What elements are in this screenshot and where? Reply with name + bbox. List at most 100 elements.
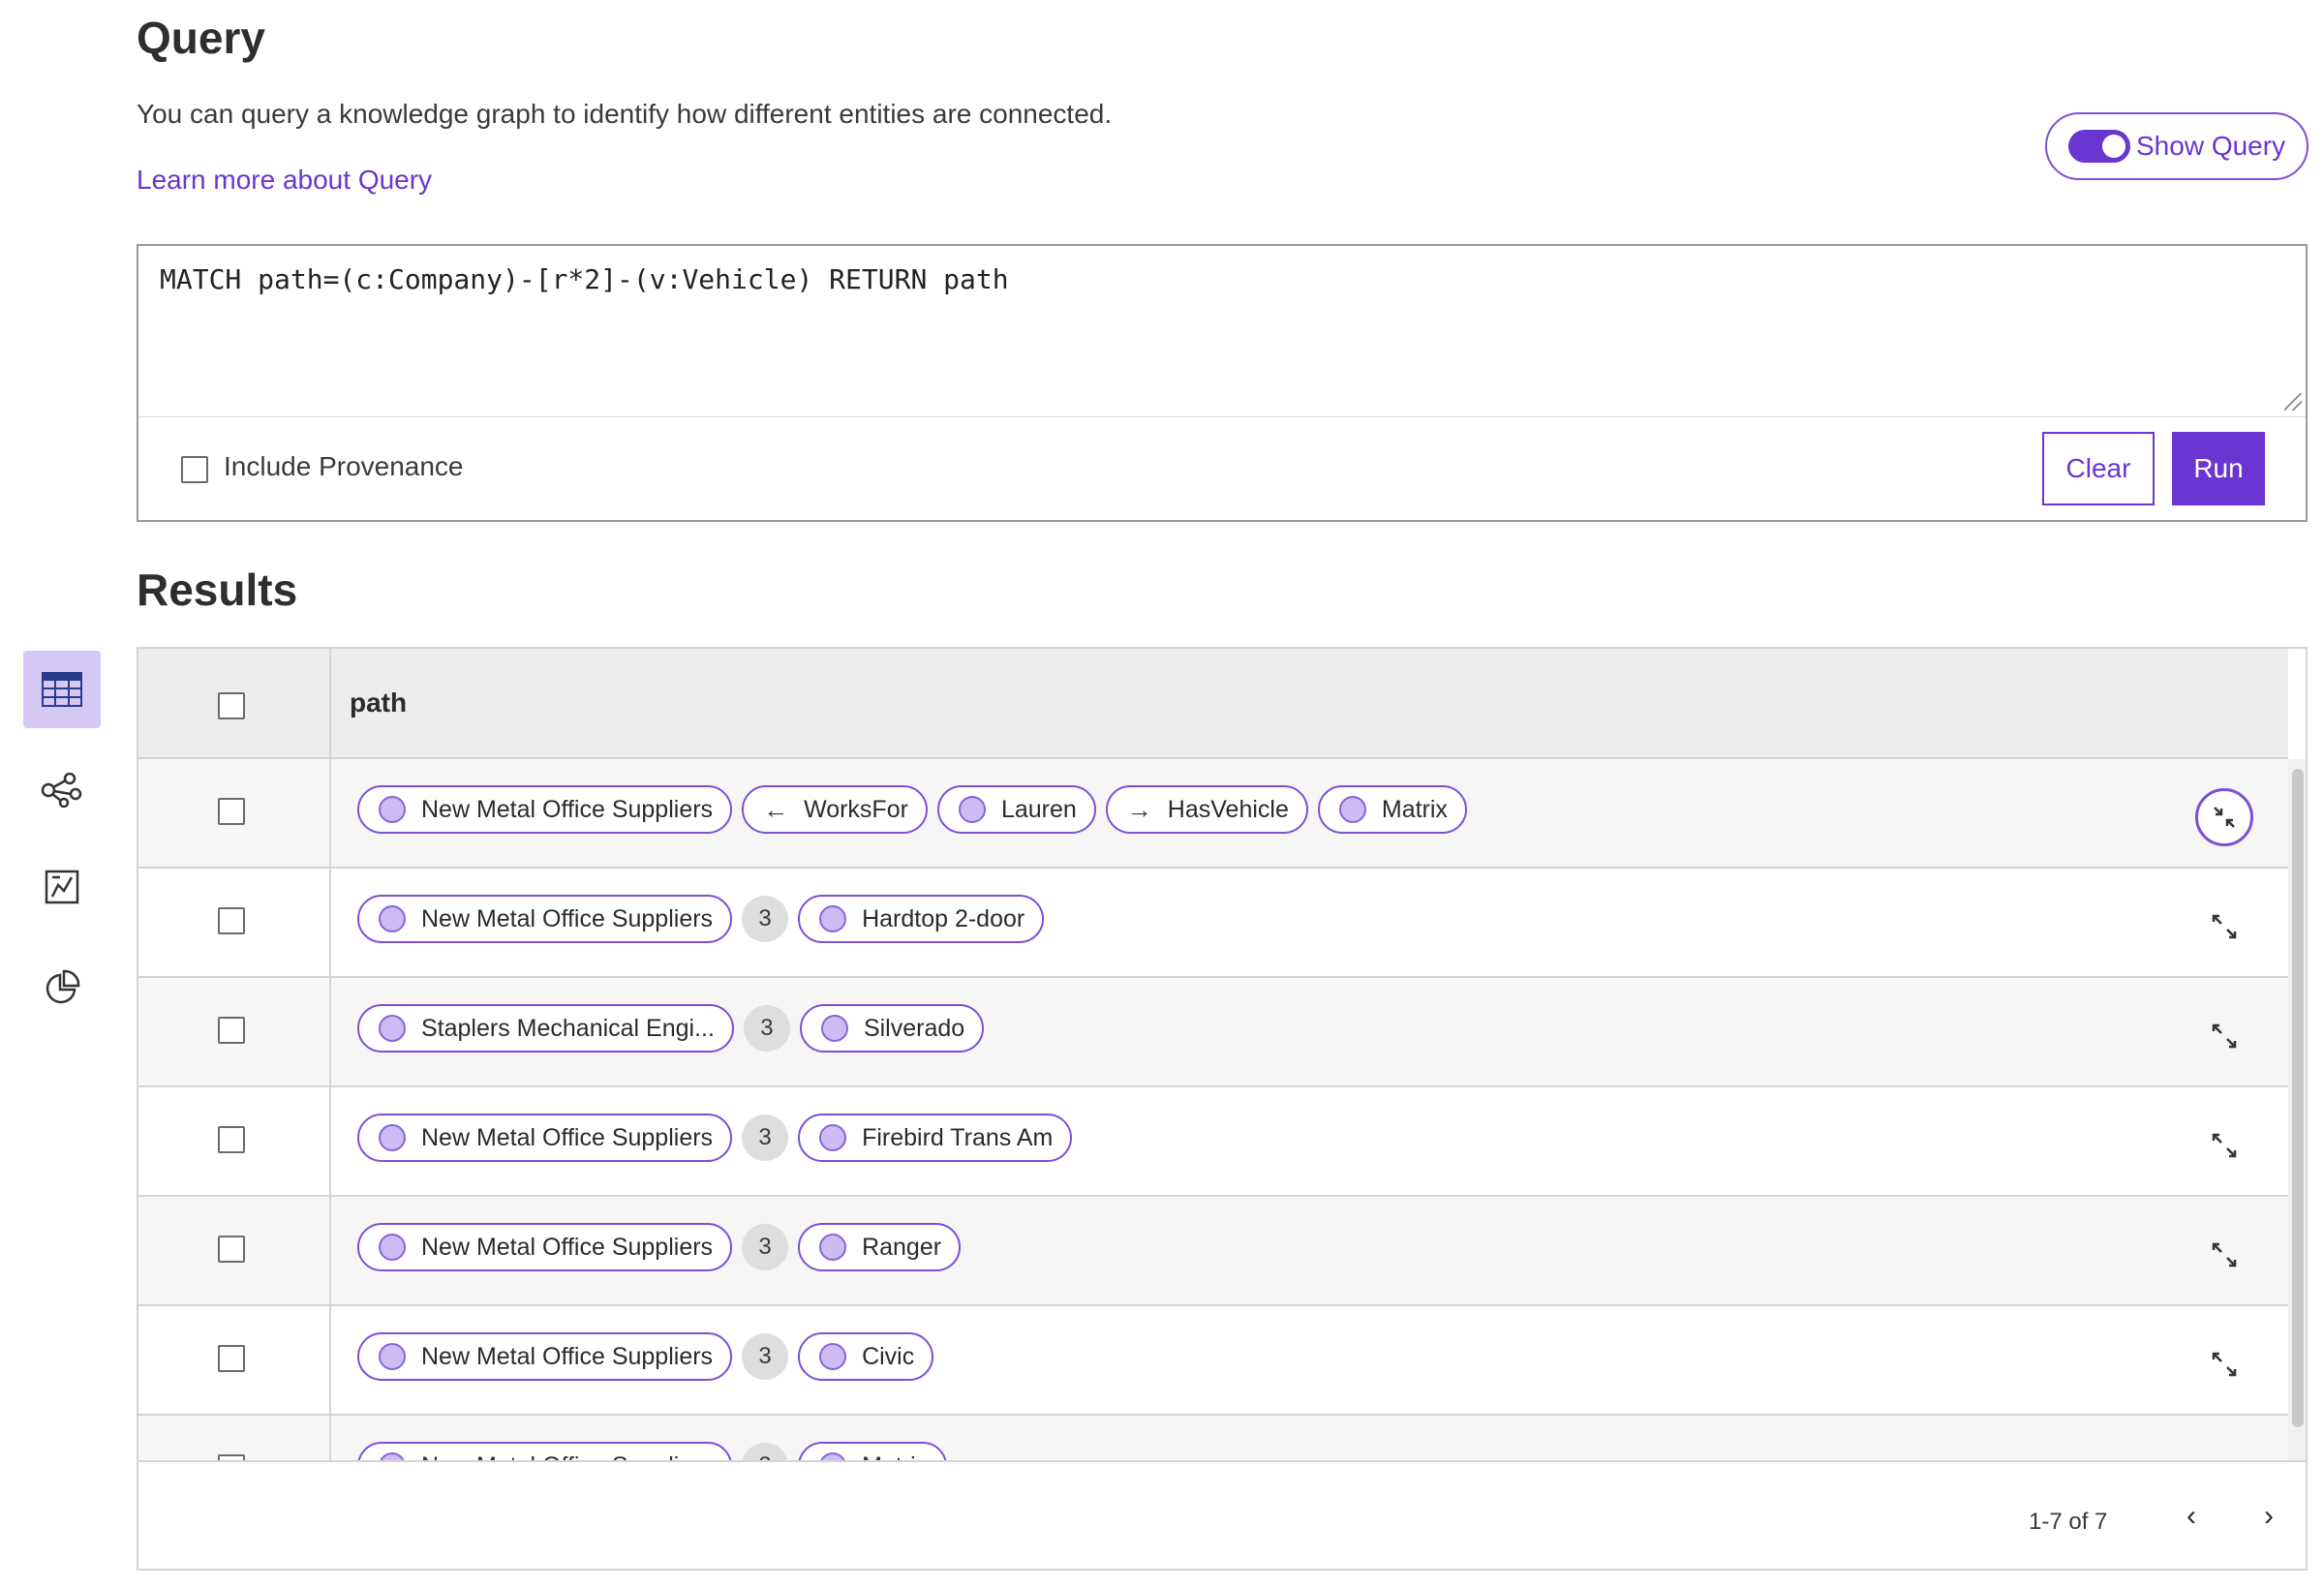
entity-chip[interactable]: Matrix [798, 1442, 948, 1461]
entity-chip[interactable]: Matrix [1317, 785, 1467, 834]
table-row[interactable]: New Metal Office Suppliers 3 Matrix [138, 1416, 2288, 1460]
clear-button[interactable]: Clear [2042, 432, 2155, 505]
expand-row-button[interactable] [2195, 1116, 2253, 1175]
hop-count-badge[interactable]: 3 [742, 1443, 789, 1460]
learn-more-link[interactable]: Learn more about Query [137, 165, 432, 196]
entity-type-icon [819, 1452, 847, 1460]
entity-chip[interactable]: Hardtop 2-door [798, 895, 1045, 943]
vertical-scrollbar[interactable] [2288, 759, 2306, 1460]
table-row[interactable]: New Metal Office Suppliers 3 Firebird Tran… [138, 1087, 2288, 1197]
column-divider [329, 1416, 331, 1460]
row-checkbox[interactable] [218, 1017, 245, 1044]
page-description: You can query a knowledge graph to ident… [137, 99, 1113, 129]
toggle-switch[interactable] [2068, 130, 2130, 163]
entity-type-icon [958, 796, 986, 823]
table-row[interactable]: New Metal Office Suppliers 3 Ranger [138, 1197, 2288, 1306]
entity-type-icon [819, 1124, 847, 1151]
hop-count-badge[interactable]: 3 [742, 1115, 789, 1161]
run-button[interactable]: Run [2172, 432, 2265, 505]
expand-row-button[interactable] [2195, 1226, 2253, 1284]
column-header-path[interactable]: path [350, 687, 407, 718]
entity-chip[interactable]: New Metal Office Suppliers [357, 1114, 733, 1162]
chip-label: Lauren [1000, 795, 1077, 823]
hop-count-badge[interactable]: 3 [742, 1224, 789, 1270]
column-divider [329, 978, 331, 1085]
chip-label: Silverado [863, 1014, 965, 1042]
table-row[interactable]: Staplers Mechanical Engi... 3 Silverado [138, 978, 2288, 1087]
entity-type-icon [379, 1015, 406, 1042]
entity-type-icon [379, 796, 406, 823]
row-checkbox[interactable] [218, 1345, 245, 1372]
expand-icon [2212, 1023, 2237, 1049]
path-chips: New Metal Office Suppliers 3 Ranger [357, 1223, 962, 1271]
graph-view-icon [41, 773, 82, 808]
table-header: path [138, 649, 2288, 759]
entity-chip[interactable]: Staplers Mechanical Engi... [357, 1004, 734, 1053]
row-checkbox[interactable] [218, 907, 245, 934]
query-textarea[interactable]: MATCH path=(c:Company)-[r*2]-(v:Vehicle)… [160, 263, 1009, 295]
expand-row-button[interactable] [2195, 1445, 2253, 1460]
relationship-chip[interactable]: ← WorksFor [742, 785, 928, 834]
chart-view-button[interactable] [23, 949, 101, 1026]
entity-type-icon [379, 905, 406, 932]
entity-chip[interactable]: New Metal Office Suppliers [357, 895, 733, 943]
chart-view-icon [46, 969, 80, 1004]
table-row[interactable]: New Metal Office Suppliers 3 Civic [138, 1306, 2288, 1416]
row-checkbox[interactable] [218, 1236, 245, 1263]
row-checkbox[interactable] [218, 1126, 245, 1153]
column-divider [329, 1306, 331, 1414]
prev-page-button[interactable]: ‹ [2172, 1497, 2211, 1536]
chip-label: Civic [862, 1342, 915, 1370]
entity-type-icon [820, 1015, 848, 1042]
hop-count-badge[interactable]: 3 [743, 1005, 790, 1052]
expand-row-button[interactable] [2195, 898, 2253, 956]
path-chips: New Metal Office Suppliers 3 Hardtop 2-doo… [357, 895, 1045, 943]
entity-chip[interactable]: Lauren [936, 785, 1096, 834]
map-view-icon [45, 870, 79, 904]
select-all-checkbox[interactable] [218, 692, 245, 719]
results-title: Results [137, 565, 298, 615]
entity-type-icon [379, 1343, 406, 1370]
entity-chip[interactable]: Ranger [798, 1223, 962, 1271]
scrollbar-thumb[interactable] [2292, 769, 2304, 1427]
entity-chip[interactable]: Civic [798, 1332, 934, 1381]
relationship-chip[interactable]: → HasVehicle [1105, 785, 1308, 834]
entity-chip[interactable]: Silverado [799, 1004, 985, 1053]
column-divider [329, 759, 331, 867]
map-view-button[interactable] [23, 848, 101, 926]
show-query-label: Show Query [2136, 131, 2286, 161]
show-query-toggle[interactable]: Show Query [2045, 112, 2309, 180]
hop-count-badge[interactable]: 3 [742, 896, 789, 942]
entity-chip[interactable]: New Metal Office Suppliers [357, 1223, 733, 1271]
expand-row-button[interactable] [2195, 1007, 2253, 1065]
row-checkbox[interactable] [218, 798, 245, 825]
collapse-row-button[interactable] [2195, 788, 2253, 846]
entity-chip[interactable]: New Metal Office Suppliers [357, 785, 733, 834]
chip-label: Matrix [862, 1452, 928, 1461]
chip-label: New Metal Office Suppliers [421, 1342, 714, 1370]
table-view-button[interactable] [23, 651, 101, 728]
chip-label: HasVehicle [1167, 795, 1289, 823]
chip-label: Hardtop 2-door [862, 904, 1025, 932]
entity-chip[interactable]: New Metal Office Suppliers [357, 1442, 733, 1460]
entity-chip[interactable]: Firebird Trans Am [798, 1114, 1073, 1162]
entity-type-icon [379, 1452, 406, 1460]
table-row[interactable]: New Metal Office Suppliers ← WorksFor Laure… [138, 759, 2288, 869]
expand-icon [2212, 1242, 2237, 1267]
divider [138, 416, 2306, 417]
hop-count-badge[interactable]: 3 [742, 1333, 789, 1380]
chip-label: New Metal Office Suppliers [421, 1233, 714, 1261]
pagination-info: 1-7 of 7 [2029, 1509, 2108, 1535]
column-divider [329, 649, 331, 757]
entity-chip[interactable]: New Metal Office Suppliers [357, 1332, 733, 1381]
entity-type-icon [819, 1343, 847, 1370]
entity-type-icon [1338, 796, 1366, 823]
next-page-button[interactable]: › [2249, 1497, 2288, 1536]
include-provenance-checkbox[interactable] [181, 456, 208, 483]
expand-row-button[interactable] [2195, 1335, 2253, 1393]
table-row[interactable]: New Metal Office Suppliers 3 Hardtop 2-doo… [138, 869, 2288, 978]
resize-grip-icon[interactable] [2284, 393, 2302, 411]
chip-label: Matrix [1381, 795, 1448, 823]
path-chips: New Metal Office Suppliers ← WorksFor Laure… [357, 785, 1467, 834]
graph-view-button[interactable] [23, 751, 101, 829]
